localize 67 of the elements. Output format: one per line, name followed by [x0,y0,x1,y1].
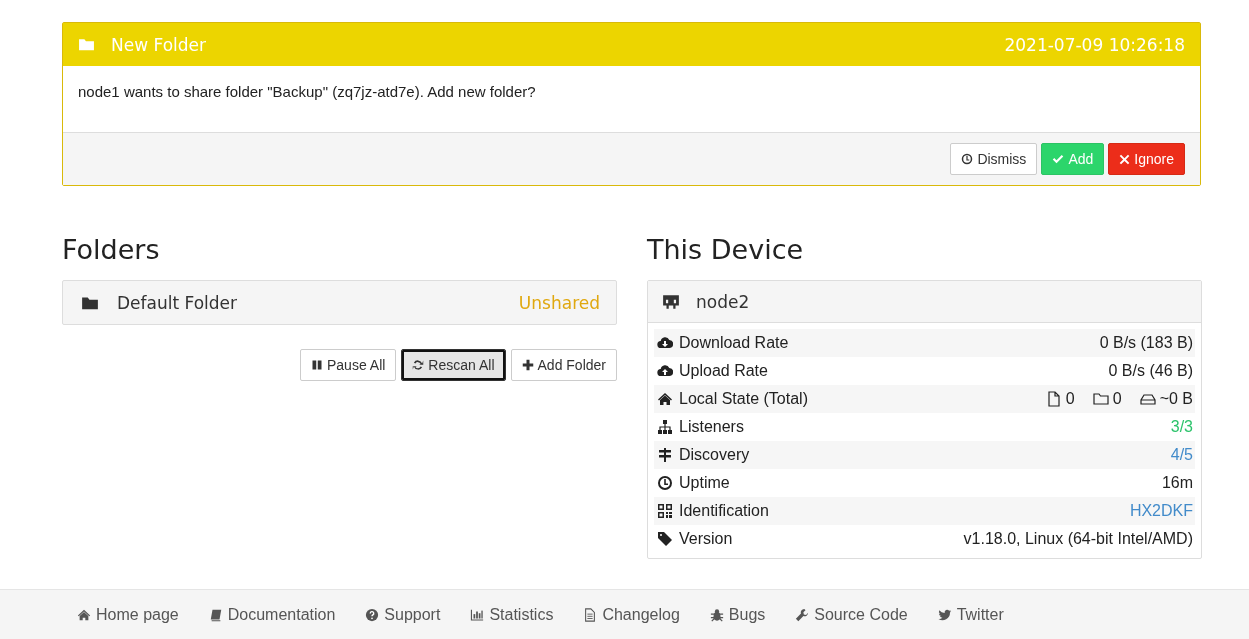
footer-link[interactable]: Home page [77,605,179,624]
bar-chart-icon [470,607,485,622]
footer-link[interactable]: Changelog [583,605,680,624]
folder-action-button[interactable]: Rescan All [401,349,506,381]
row-value: 0 B/s (183 B) [1099,334,1193,352]
row-label: Upload Rate [679,362,768,380]
row-value: 3/3 [1170,418,1193,436]
footer-link[interactable]: Bugs [709,605,766,624]
device-heading: This Device [647,234,805,267]
footer-link[interactable]: Support [365,605,441,624]
identicon-icon [662,292,680,311]
check-icon [1052,153,1065,165]
row-value: v1.18.0, Linux (64-bit Intel/AMD) [963,530,1193,548]
row-label: Version [679,530,733,548]
folder-action-button[interactable]: Pause All [300,349,397,381]
folder-count: 0 [1112,390,1122,408]
device-name: node2 [696,291,750,312]
sitemap-icon [657,419,673,435]
notification-title: New Folder [111,34,207,55]
footer-link[interactable]: Twitter [937,605,1004,624]
folder-outline-icon [1092,391,1109,407]
tag-icon [657,531,673,547]
folders-heading: Folders [62,234,161,267]
row-label: Uptime [679,474,730,492]
notification-button[interactable]: Dismiss [950,143,1038,175]
folder-status: Unshared [518,292,600,313]
signpost-icon [657,447,673,463]
refresh-icon [412,359,425,371]
notification-message: node1 wants to share folder "Backup" (zq7jz-atd7e). Add new folder? [78,83,536,100]
help-icon [365,607,380,622]
qr-code-icon [657,503,673,519]
folder-name: Default Folder [117,292,238,313]
cloud-upload-icon [657,363,673,379]
row-label: Local State (Total) [679,390,808,408]
size-value: ~0 B [1159,390,1193,408]
row-value: 16m [1161,474,1193,492]
row-value: 4/5 [1170,446,1193,464]
footer-link[interactable]: Documentation [208,605,336,624]
notification-button[interactable]: Ignore [1108,143,1185,175]
folder-icon [78,36,95,53]
folder-panel[interactable]: Default Folder Unshared [62,280,617,325]
bird-icon [937,607,952,622]
file-count: 0 [1065,390,1075,408]
clock-icon [961,153,974,165]
row-label: Identification [679,502,769,520]
row-value: 0 B/s (46 B) [1108,362,1193,380]
bug-icon [709,607,724,622]
wrench-icon [795,607,810,622]
document-icon [583,607,598,622]
row-value: HX2DKF [1129,502,1193,520]
folder-action-button[interactable]: Add Folder [510,349,617,381]
home-icon [657,391,673,407]
cloud-download-icon [657,335,673,351]
book-icon [208,607,223,622]
pause-icon [311,359,323,371]
row-label: Download Rate [679,334,789,352]
plus-icon [521,359,534,371]
clock-icon [657,475,673,491]
footer-link[interactable]: Source Code [795,605,908,624]
notification-time: 2021-07-09 10:26:18 [1004,34,1185,55]
file-icon [1045,391,1062,407]
close-icon [1119,153,1131,165]
row-label: Discovery [679,446,750,464]
row-label: Listeners [679,418,744,436]
hard-drive-icon [1139,391,1156,407]
footer-link[interactable]: Statistics [470,605,554,624]
home-icon [77,607,91,622]
